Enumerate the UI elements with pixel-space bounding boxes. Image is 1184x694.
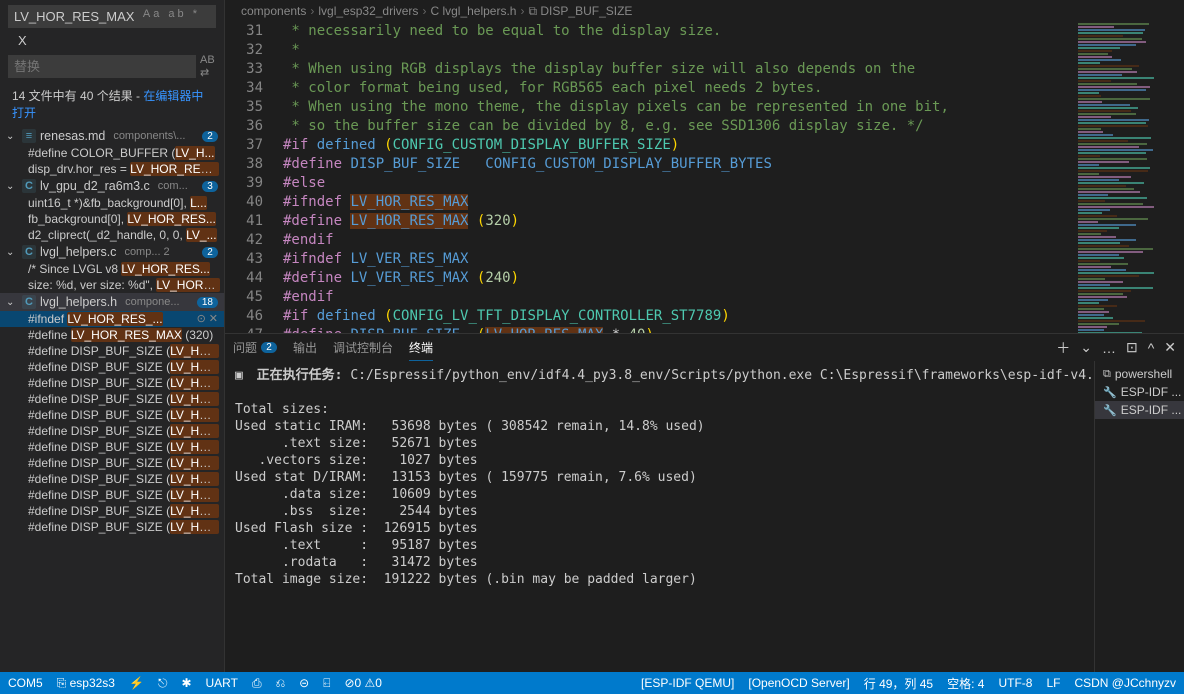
search-options-icons[interactable]: Aa ab *: [143, 8, 200, 20]
match-row[interactable]: #define DISP_BUF_SIZE (LV_HO...: [0, 423, 224, 439]
file-icon: C: [22, 295, 36, 309]
match-count-badge: 2: [202, 247, 218, 258]
match-row[interactable]: #define DISP_BUF_SIZE (LV_HO...: [0, 407, 224, 423]
terminal-item[interactable]: 🔧ESP-IDF ...: [1095, 383, 1184, 401]
minimap[interactable]: [1074, 22, 1170, 333]
chevron-down-icon: ⌄: [6, 131, 18, 142]
status-item[interactable]: CSDN @JCchnyzv: [1074, 676, 1176, 690]
match-row[interactable]: uint16_t *)&fb_background[0], L...: [0, 195, 224, 211]
status-item[interactable]: 空格: 4: [947, 675, 984, 692]
panel-action-icon[interactable]: ^: [1148, 340, 1155, 356]
panel-action-icon[interactable]: ⌄: [1080, 339, 1092, 356]
close-icon[interactable]: ✕: [209, 312, 218, 325]
match-row[interactable]: size: %d, ver size: %d", LV_HOR_...: [0, 277, 224, 293]
status-item[interactable]: ⍇: [323, 676, 330, 691]
match-row[interactable]: #define DISP_BUF_SIZE (LV_HO...: [0, 471, 224, 487]
status-item[interactable]: ⊘0 ⚠0: [344, 676, 382, 690]
result-count: 14 文件中有 40 个结果 - 在编辑器中打开: [0, 81, 224, 127]
match-row[interactable]: #define DISP_BUF_SIZE (LV_HO...: [0, 391, 224, 407]
breadcrumb-item[interactable]: lvgl_esp32_drivers: [318, 4, 418, 18]
breadcrumb-item[interactable]: C lvgl_helpers.h: [430, 4, 516, 18]
terminal-icon: 🔧: [1103, 386, 1117, 399]
chevron-down-icon: ⌄: [6, 181, 18, 192]
match-count-badge: 3: [202, 181, 218, 192]
search-sidebar: Aa ab * X AB ⇄ 14 文件中有 40 个结果 - 在编辑器中打开 …: [0, 0, 225, 672]
pin-icon[interactable]: ⊙: [197, 312, 206, 325]
match-row[interactable]: fb_background[0], LV_HOR_RES...: [0, 211, 224, 227]
code-area[interactable]: * necessarily need to be equal to the di…: [283, 22, 1074, 333]
status-item[interactable]: [ESP-IDF QEMU]: [641, 676, 734, 690]
terminal-list: ⧉powershell🔧ESP-IDF ...🔧ESP-IDF ...: [1094, 361, 1184, 672]
status-item[interactable]: ⎘ esp32s3: [57, 676, 115, 691]
match-row[interactable]: #define DISP_BUF_SIZE (LV_HO...: [0, 519, 224, 535]
match-row[interactable]: /* Since LVGL v8 LV_HOR_RES...: [0, 261, 224, 277]
match-count-badge: 2: [202, 131, 218, 142]
breadcrumb[interactable]: components›lvgl_esp32_drivers›C lvgl_hel…: [225, 0, 1184, 22]
status-item[interactable]: COM5: [8, 676, 43, 690]
status-item[interactable]: ✱: [181, 676, 191, 690]
panel-tab[interactable]: 输出: [293, 335, 317, 360]
file-row[interactable]: ⌄Clvgl_helpers.ccomp... 22: [0, 243, 224, 261]
match-row[interactable]: #ifndef LV_HOR_RES_... ⊙ ✕: [0, 311, 224, 327]
replace-input[interactable]: [8, 55, 196, 78]
status-item[interactable]: ⎙: [252, 676, 262, 691]
status-item[interactable]: ⚡: [129, 676, 144, 690]
match-row[interactable]: disp_drv.hor_res = LV_HOR_RES...: [0, 161, 224, 177]
status-item[interactable]: LF: [1046, 676, 1060, 690]
match-row[interactable]: #define DISP_BUF_SIZE (LV_HO...: [0, 343, 224, 359]
terminal-icon: 🔧: [1103, 404, 1117, 417]
status-item[interactable]: 行 49，列 45: [864, 675, 933, 692]
breadcrumb-item[interactable]: components: [241, 4, 306, 18]
terminal[interactable]: ▣ 正在执行任务: C:/Espressif/python_env/idf4.4…: [225, 361, 1094, 672]
status-item[interactable]: ⊝: [299, 676, 309, 690]
match-count-badge: 18: [197, 297, 218, 308]
match-row[interactable]: #define DISP_BUF_SIZE (LV_HO...: [0, 359, 224, 375]
status-item[interactable]: ⎌: [276, 676, 286, 691]
match-row[interactable]: #define DISP_BUF_SIZE (LV_HO...: [0, 487, 224, 503]
replace-options-icons[interactable]: AB ⇄: [200, 54, 216, 79]
status-bar: COM5 ⎘ esp32s3 ⚡ ⎋ ✱ UART ⎙ ⎌ ⊝ ⍇ ⊘0 ⚠0 [ESP-IDF QE…: [0, 672, 1184, 694]
status-item[interactable]: UART: [206, 676, 238, 690]
panel-action-icon[interactable]: ✕: [1164, 339, 1176, 356]
chevron-down-icon: ⌄: [6, 297, 18, 308]
panel-actions: ＋ ⌄ … ⊡ ^ ✕: [1056, 338, 1176, 358]
panel-action-icon[interactable]: ⊡: [1126, 339, 1138, 356]
terminal-item[interactable]: ⧉powershell: [1095, 365, 1184, 383]
file-row[interactable]: ⌄≡renesas.mdcomponents\...2: [0, 127, 224, 145]
file-icon: ≡: [22, 129, 36, 143]
match-row[interactable]: #define DISP_BUF_SIZE (LV_HO...: [0, 503, 224, 519]
file-icon: C: [22, 179, 36, 193]
match-row[interactable]: #define DISP_BUF_SIZE (LV_HO...: [0, 375, 224, 391]
panel-action-icon[interactable]: …: [1102, 340, 1116, 356]
panel-tabs: 问题 2 输出调试控制台终端 ＋ ⌄ … ⊡ ^ ✕: [225, 333, 1184, 361]
terminal-item[interactable]: 🔧ESP-IDF ...: [1095, 401, 1184, 419]
match-row[interactable]: #define COLOR_BUFFER (LV_H...: [0, 145, 224, 161]
match-row[interactable]: #define LV_HOR_RES_MAX (320): [0, 327, 224, 343]
panel-tab[interactable]: 问题 2: [233, 335, 277, 360]
terminal-icon: ⧉: [1103, 368, 1111, 381]
task-icon: ▣: [235, 368, 243, 383]
search-query-wrap: X: [18, 33, 27, 48]
match-row[interactable]: d2_cliprect(_d2_handle, 0, 0, LV_...: [0, 227, 224, 243]
file-row[interactable]: ⌄Clv_gpu_d2_ra6m3.ccom...3: [0, 177, 224, 195]
panel-tab[interactable]: 终端: [409, 335, 433, 361]
search-results[interactable]: ⌄≡renesas.mdcomponents\...2#define COLOR…: [0, 127, 224, 672]
panel-tab[interactable]: 调试控制台: [333, 335, 393, 360]
chevron-down-icon: ⌄: [6, 247, 18, 258]
panel-action-icon[interactable]: ＋: [1056, 338, 1070, 358]
status-item[interactable]: UTF-8: [998, 676, 1032, 690]
status-item[interactable]: ⎋: [158, 676, 168, 691]
match-row[interactable]: #define DISP_BUF_SIZE (LV_HO...: [0, 455, 224, 471]
breadcrumb-item[interactable]: ⧉ DISP_BUF_SIZE: [528, 4, 632, 19]
match-row[interactable]: #define DISP_BUF_SIZE (LV_HO...: [0, 439, 224, 455]
file-icon: C: [22, 245, 36, 259]
line-gutter: 3132333435363738394041424344454647: [225, 22, 273, 333]
status-item[interactable]: [OpenOCD Server]: [748, 676, 849, 690]
editor[interactable]: 3132333435363738394041424344454647 * nec…: [225, 22, 1184, 333]
file-row[interactable]: ⌄Clvgl_helpers.hcompone...18: [0, 293, 224, 311]
